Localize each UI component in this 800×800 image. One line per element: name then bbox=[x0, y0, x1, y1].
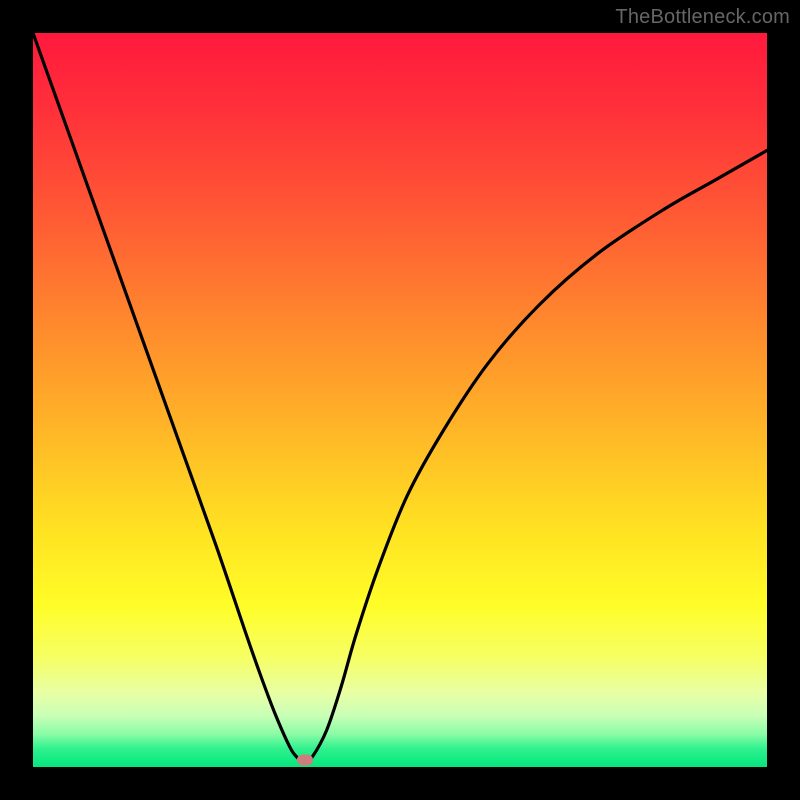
bottleneck-curve bbox=[33, 33, 767, 763]
watermark-text: TheBottleneck.com bbox=[615, 6, 790, 29]
chart-frame: TheBottleneck.com bbox=[0, 0, 800, 800]
minimum-marker bbox=[297, 754, 313, 765]
plot-area bbox=[33, 33, 767, 767]
curve-layer bbox=[33, 33, 767, 767]
